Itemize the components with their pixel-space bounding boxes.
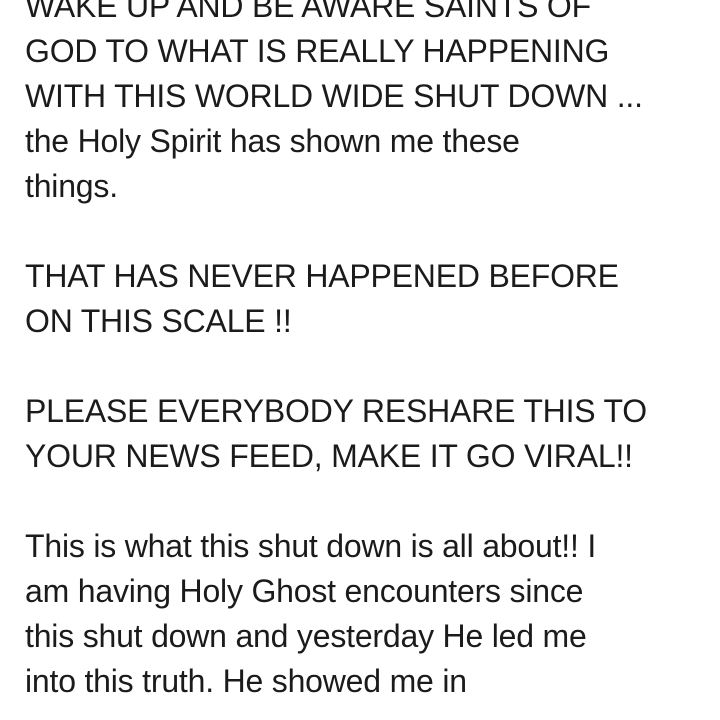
text-line: into this truth. He showed me in bbox=[25, 663, 467, 699]
paragraph-never-happened: THAT HAS NEVER HAPPENED BEFORE ON THIS S… bbox=[25, 254, 715, 344]
paragraph-shut-down: This is what this shut down is all about… bbox=[25, 524, 715, 704]
text-line: YOUR NEWS FEED, MAKE IT GO VIRAL!! bbox=[25, 438, 633, 474]
text-line: the Holy Spirit has shown me these bbox=[25, 123, 520, 159]
text-line: am having Holy Ghost encounters since bbox=[25, 573, 584, 609]
text-line: WITH THIS WORLD WIDE SHUT DOWN ... bbox=[25, 78, 643, 114]
text-line: PLEASE EVERYBODY RESHARE THIS TO bbox=[25, 393, 647, 429]
text-line: things. bbox=[25, 168, 118, 204]
post-screenshot: WAKE UP AND BE AWARE SAINTS OF GOD TO WH… bbox=[0, 0, 720, 720]
paragraph-reshare: PLEASE EVERYBODY RESHARE THIS TO YOUR NE… bbox=[25, 389, 715, 479]
text-line: THAT HAS NEVER HAPPENED BEFORE bbox=[25, 258, 619, 294]
paragraph-wake-up: WAKE UP AND BE AWARE SAINTS OF GOD TO WH… bbox=[25, 0, 715, 209]
text-line: This is what this shut down is all about… bbox=[25, 528, 597, 564]
text-line: ON THIS SCALE !! bbox=[25, 303, 292, 339]
post-text: WAKE UP AND BE AWARE SAINTS OF GOD TO WH… bbox=[25, 0, 715, 720]
text-line: GOD TO WHAT IS REALLY HAPPENING bbox=[25, 33, 610, 69]
text-line: this shut down and yesterday He led me bbox=[25, 618, 587, 654]
text-line: WAKE UP AND BE AWARE SAINTS OF bbox=[25, 0, 591, 24]
